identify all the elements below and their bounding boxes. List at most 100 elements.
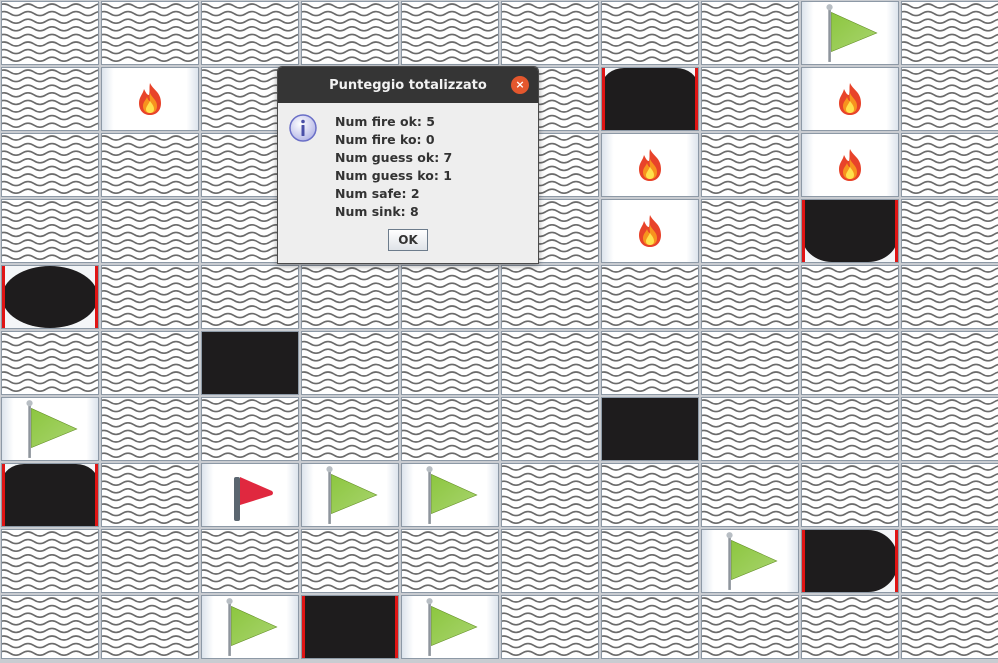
board-cell-9-6[interactable] bbox=[601, 595, 699, 659]
board-cell-3-8[interactable] bbox=[801, 199, 899, 263]
board-cell-8-6[interactable] bbox=[601, 529, 699, 593]
board-cell-7-5[interactable] bbox=[501, 463, 599, 527]
board-cell-8-9[interactable] bbox=[901, 529, 998, 593]
board-cell-8-2[interactable] bbox=[201, 529, 299, 593]
board-cell-7-1[interactable] bbox=[101, 463, 199, 527]
board-cell-8-8[interactable] bbox=[801, 529, 899, 593]
board-cell-9-0[interactable] bbox=[1, 595, 99, 659]
board-cell-4-7[interactable] bbox=[701, 265, 799, 329]
board-cell-4-9[interactable] bbox=[901, 265, 998, 329]
board-cell-5-1[interactable] bbox=[101, 331, 199, 395]
board-cell-1-9[interactable] bbox=[901, 67, 998, 131]
ship-icon bbox=[202, 332, 298, 394]
board-cell-7-9[interactable] bbox=[901, 463, 998, 527]
ship-icon bbox=[602, 68, 698, 130]
board-cell-8-3[interactable] bbox=[301, 529, 399, 593]
board-cell-9-3[interactable] bbox=[301, 595, 399, 659]
board-cell-4-4[interactable] bbox=[401, 265, 499, 329]
score-line-safe: Num safe: 2 bbox=[335, 186, 420, 201]
dialog-titlebar: Punteggio totalizzato × bbox=[278, 67, 538, 103]
board-cell-5-2[interactable] bbox=[201, 331, 299, 395]
board-cell-0-2[interactable] bbox=[201, 1, 299, 65]
board-cell-0-7[interactable] bbox=[701, 1, 799, 65]
board-cell-9-9[interactable] bbox=[901, 595, 998, 659]
board-cell-3-7[interactable] bbox=[701, 199, 799, 263]
board-cell-9-1[interactable] bbox=[101, 595, 199, 659]
board-cell-0-1[interactable] bbox=[101, 1, 199, 65]
score-line-guess-ok: Num guess ok: 7 bbox=[335, 150, 453, 165]
board-cell-0-0[interactable] bbox=[1, 1, 99, 65]
board-cell-4-0[interactable] bbox=[1, 265, 99, 329]
board-cell-4-3[interactable] bbox=[301, 265, 399, 329]
board-cell-8-4[interactable] bbox=[401, 529, 499, 593]
board-cell-7-8[interactable] bbox=[801, 463, 899, 527]
board-cell-0-6[interactable] bbox=[601, 1, 699, 65]
board-cell-9-8[interactable] bbox=[801, 595, 899, 659]
board-cell-7-3[interactable] bbox=[301, 463, 399, 527]
board-cell-5-8[interactable] bbox=[801, 331, 899, 395]
ship-icon bbox=[602, 398, 698, 460]
board-cell-6-3[interactable] bbox=[301, 397, 399, 461]
board-cell-6-9[interactable] bbox=[901, 397, 998, 461]
board-cell-4-2[interactable] bbox=[201, 265, 299, 329]
ship-icon bbox=[802, 530, 898, 592]
board-cell-5-5[interactable] bbox=[501, 331, 599, 395]
board-cell-6-0[interactable] bbox=[1, 397, 99, 461]
board-cell-1-6[interactable] bbox=[601, 67, 699, 131]
board-cell-8-7[interactable] bbox=[701, 529, 799, 593]
board-cell-3-0[interactable] bbox=[1, 199, 99, 263]
ok-button[interactable]: OK bbox=[388, 229, 428, 251]
board-cell-1-8[interactable] bbox=[801, 67, 899, 131]
board-cell-1-1[interactable] bbox=[101, 67, 199, 131]
board-cell-9-7[interactable] bbox=[701, 595, 799, 659]
board-cell-8-5[interactable] bbox=[501, 529, 599, 593]
board-cell-6-2[interactable] bbox=[201, 397, 299, 461]
board-cell-1-7[interactable] bbox=[701, 67, 799, 131]
board-cell-9-4[interactable] bbox=[401, 595, 499, 659]
board-cell-5-6[interactable] bbox=[601, 331, 699, 395]
board-cell-7-4[interactable] bbox=[401, 463, 499, 527]
board-cell-2-7[interactable] bbox=[701, 133, 799, 197]
board-cell-9-2[interactable] bbox=[201, 595, 299, 659]
board-cell-2-0[interactable] bbox=[1, 133, 99, 197]
board-cell-5-3[interactable] bbox=[301, 331, 399, 395]
dialog-title: Punteggio totalizzato bbox=[329, 77, 487, 93]
board-cell-2-9[interactable] bbox=[901, 133, 998, 197]
ship-icon bbox=[2, 464, 98, 526]
board-cell-5-0[interactable] bbox=[1, 331, 99, 395]
board-cell-5-7[interactable] bbox=[701, 331, 799, 395]
board-cell-4-6[interactable] bbox=[601, 265, 699, 329]
board-cell-3-9[interactable] bbox=[901, 199, 998, 263]
board-cell-5-4[interactable] bbox=[401, 331, 499, 395]
board-cell-6-5[interactable] bbox=[501, 397, 599, 461]
board-cell-7-0[interactable] bbox=[1, 463, 99, 527]
board-cell-7-6[interactable] bbox=[601, 463, 699, 527]
board-cell-0-4[interactable] bbox=[401, 1, 499, 65]
board-cell-0-8[interactable] bbox=[801, 1, 899, 65]
close-button[interactable]: × bbox=[511, 76, 529, 94]
board-cell-9-5[interactable] bbox=[501, 595, 599, 659]
board-cell-6-7[interactable] bbox=[701, 397, 799, 461]
board-cell-7-2[interactable] bbox=[201, 463, 299, 527]
board-cell-6-1[interactable] bbox=[101, 397, 199, 461]
board-cell-0-5[interactable] bbox=[501, 1, 599, 65]
board-cell-6-6[interactable] bbox=[601, 397, 699, 461]
board-cell-2-8[interactable] bbox=[801, 133, 899, 197]
board-cell-5-9[interactable] bbox=[901, 331, 998, 395]
board-cell-6-4[interactable] bbox=[401, 397, 499, 461]
board-cell-4-1[interactable] bbox=[101, 265, 199, 329]
board-cell-4-5[interactable] bbox=[501, 265, 599, 329]
board-cell-7-7[interactable] bbox=[701, 463, 799, 527]
board-cell-3-6[interactable] bbox=[601, 199, 699, 263]
board-cell-2-1[interactable] bbox=[101, 133, 199, 197]
board-cell-0-9[interactable] bbox=[901, 1, 998, 65]
info-icon bbox=[288, 113, 318, 147]
board-cell-6-8[interactable] bbox=[801, 397, 899, 461]
board-cell-4-8[interactable] bbox=[801, 265, 899, 329]
board-cell-0-3[interactable] bbox=[301, 1, 399, 65]
board-cell-2-6[interactable] bbox=[601, 133, 699, 197]
board-cell-8-1[interactable] bbox=[101, 529, 199, 593]
board-cell-3-1[interactable] bbox=[101, 199, 199, 263]
board-cell-1-0[interactable] bbox=[1, 67, 99, 131]
board-cell-8-0[interactable] bbox=[1, 529, 99, 593]
